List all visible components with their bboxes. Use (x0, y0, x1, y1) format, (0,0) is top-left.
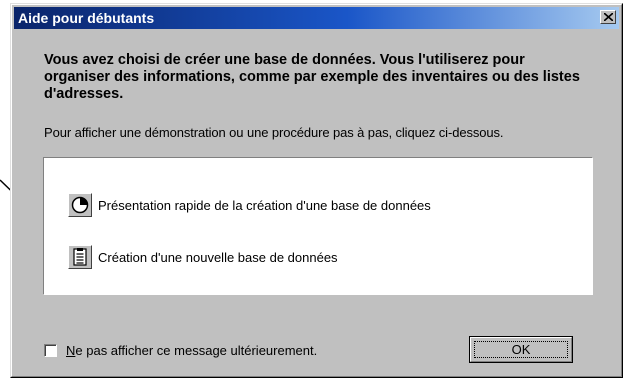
intro-text: Vous avez choisi de créer une base de do… (44, 52, 580, 102)
clock-icon (71, 196, 89, 214)
option-quick-presentation[interactable]: Présentation rapide de la création d'une… (68, 192, 431, 218)
close-button[interactable] (600, 10, 616, 24)
ok-button-label: OK (511, 342, 531, 357)
dont-show-again-row[interactable]: Ne pas afficher ce message ultérieuremen… (44, 343, 317, 358)
mnemonic-letter: N (66, 343, 76, 358)
instruction-text: Pour afficher une démonstration ou une p… (44, 125, 504, 140)
option-label: Création d'une nouvelle base de données (98, 249, 338, 265)
close-icon (604, 13, 613, 21)
title-bar[interactable]: Aide pour débutants (14, 7, 619, 29)
ok-button[interactable]: OK (469, 336, 573, 363)
document-list-icon (73, 248, 87, 266)
dont-show-again-checkbox[interactable] (44, 344, 57, 357)
checkbox-label-text: e pas afficher ce message ultérieurement… (75, 343, 318, 358)
option-icon-button[interactable] (68, 193, 92, 217)
dont-show-again-label[interactable]: Ne pas afficher ce message ultérieuremen… (66, 343, 317, 358)
option-label: Présentation rapide de la création d'une… (98, 197, 431, 213)
option-icon-button[interactable] (68, 245, 92, 269)
page: Aide pour débutants Vous avez choisi de … (0, 0, 627, 380)
option-new-database[interactable]: Création d'une nouvelle base de données (68, 244, 338, 270)
options-panel: Présentation rapide de la création d'une… (43, 157, 593, 295)
window-title: Aide pour débutants (18, 10, 155, 26)
